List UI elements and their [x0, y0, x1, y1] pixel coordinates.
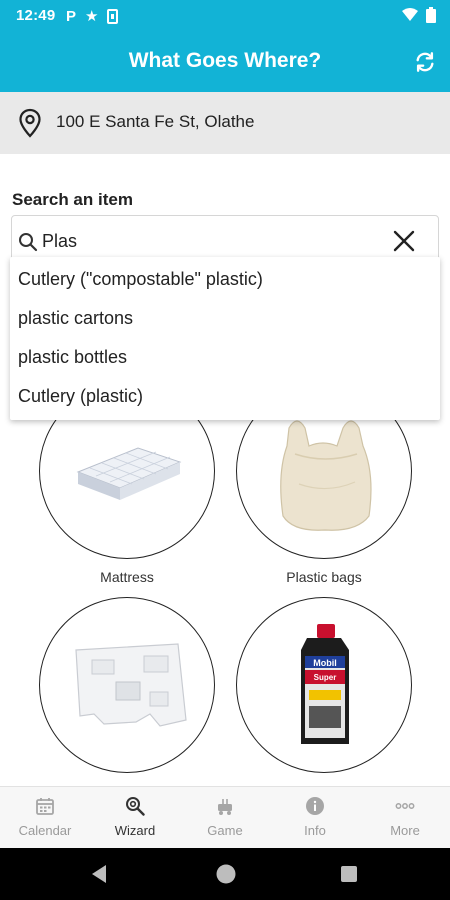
calendar-icon [36, 798, 54, 815]
nav-wizard[interactable]: Wizard [90, 787, 180, 849]
sim-icon [107, 8, 119, 24]
star-icon: ★ [85, 8, 99, 25]
battery-icon [426, 7, 436, 23]
oil-brand-text: Mobil [313, 658, 337, 668]
location-address: 100 E Santa Fe St, Olathe [56, 112, 255, 131]
nav-label-info: Info [304, 823, 326, 838]
search-input[interactable] [42, 228, 372, 254]
nav-info[interactable]: Info [270, 787, 360, 849]
wizard-search-icon [126, 797, 145, 816]
refresh-button[interactable] [410, 47, 440, 77]
search-icon [19, 233, 38, 252]
info-icon [306, 797, 324, 815]
refresh-icon [416, 52, 434, 72]
suggestion-list: Cutlery ("compostable" plastic) plastic … [10, 257, 440, 420]
status-time: 12:49 [16, 7, 56, 24]
nav-label-game: Game [207, 823, 243, 838]
nav-more[interactable]: More [360, 787, 450, 849]
back-icon[interactable] [90, 864, 108, 884]
status-bar: 12:49 P ★ [0, 0, 450, 32]
clear-search-icon[interactable] [392, 229, 416, 253]
status-system-icons [402, 7, 436, 23]
app-bar: What Goes Where? [0, 32, 450, 92]
suggestion-item[interactable]: Cutlery (plastic) [10, 377, 440, 416]
suggestion-item[interactable]: plastic bottles [10, 338, 440, 377]
foam-packaging-image [75, 643, 187, 727]
motor-oil-bottle-image: Mobil Super [301, 624, 349, 744]
item-label-plastic-bags: Plastic bags [286, 569, 362, 585]
recents-icon[interactable] [340, 865, 358, 883]
wifi-icon [402, 8, 418, 21]
app-title: What Goes Where? [128, 49, 322, 72]
location-bar[interactable]: 100 E Santa Fe St, Olathe [0, 92, 450, 154]
nav-game[interactable]: Game [180, 787, 270, 849]
home-icon[interactable] [215, 863, 237, 885]
suggestion-item[interactable]: plastic cartons [10, 299, 440, 338]
nav-calendar[interactable]: Calendar [0, 787, 90, 849]
location-pin-icon [19, 108, 41, 138]
more-icon [395, 803, 415, 809]
bottom-nav: Calendar Wizard Game Info More [0, 786, 450, 848]
status-notification-icons: P ★ [66, 7, 119, 25]
item-label-mattress: Mattress [100, 569, 154, 585]
parking-icon: P [66, 7, 77, 25]
game-icon [218, 799, 232, 815]
nav-label-wizard: Wizard [114, 823, 156, 838]
item-card-motor-oil[interactable]: Mobil Super [236, 597, 412, 773]
suggestion-item[interactable]: Cutlery ("compostable" plastic) [10, 260, 440, 299]
system-nav-bar [0, 848, 450, 900]
nav-label-more: More [390, 823, 420, 838]
nav-label-calendar: Calendar [18, 823, 72, 838]
search-label: Search an item [12, 190, 133, 209]
oil-sub-text: Super [314, 673, 337, 682]
item-card-foam-packaging[interactable] [39, 597, 215, 773]
